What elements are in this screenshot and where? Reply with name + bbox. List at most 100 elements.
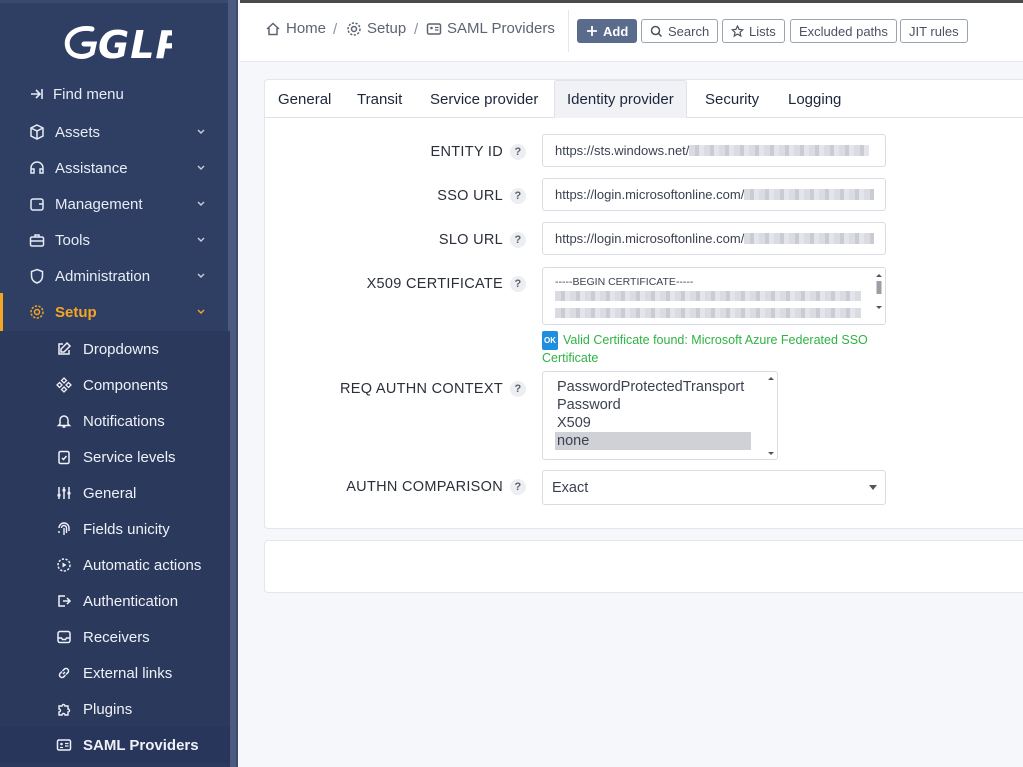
- chevron-down-icon: [196, 163, 206, 173]
- excluded-paths-button[interactable]: Excluded paths: [790, 19, 897, 43]
- sidebar-item-components[interactable]: Components: [0, 367, 230, 403]
- sidebar-item-tools[interactable]: Tools: [0, 222, 230, 258]
- link-icon: [55, 664, 73, 682]
- help-icon[interactable]: ?: [510, 479, 526, 495]
- certificate-status-text: Valid Certificate found: Microsoft Azure…: [542, 333, 868, 365]
- sidebar-top-line: [0, 0, 238, 3]
- glpi-logo[interactable]: GLPI: [62, 18, 172, 66]
- id-card-icon: [55, 736, 73, 754]
- req-authn-context-label-text: REQ AUTHN CONTEXT: [340, 381, 503, 397]
- sidebar-item-assistance[interactable]: Assistance: [0, 150, 230, 186]
- sidebar-item-label: Authentication: [83, 592, 179, 610]
- sidebar-item-fields-unicity[interactable]: Fields unicity: [0, 511, 230, 547]
- x509-certificate-textarea[interactable]: -----BEGIN CERTIFICATE-----: [542, 267, 886, 325]
- tab-transit[interactable]: Transit: [357, 80, 402, 118]
- sidebar-item-label: Fields unicity: [83, 520, 170, 538]
- listbox-option-selected[interactable]: none: [555, 432, 751, 450]
- star-icon: [731, 24, 744, 38]
- sidebar-item-authentication[interactable]: Authentication: [0, 583, 230, 619]
- req-authn-context-listbox[interactable]: PasswordProtectedTransport Password X509…: [542, 371, 778, 460]
- authn-comparison-value: Exact: [552, 479, 589, 496]
- sidebar-item-receivers[interactable]: Receivers: [0, 619, 230, 655]
- sidebar: GLPI Find menu Assets Assistance Managem…: [0, 0, 238, 767]
- help-icon[interactable]: ?: [510, 188, 526, 204]
- sidebar-item-label: Dropdowns: [83, 340, 159, 358]
- help-icon[interactable]: ?: [510, 232, 526, 248]
- sidebar-item-label: Assistance: [55, 159, 128, 177]
- sidebar-item-saml-providers[interactable]: SAML Providers: [0, 727, 230, 763]
- sidebar-item-administration[interactable]: Administration: [0, 258, 230, 294]
- tab-security[interactable]: Security: [705, 80, 759, 118]
- help-icon[interactable]: ?: [510, 144, 526, 160]
- redacted-text: [555, 291, 861, 301]
- shield-icon: [28, 267, 46, 285]
- gear-icon: [28, 303, 46, 321]
- help-icon[interactable]: ?: [510, 381, 526, 397]
- entity-id-field[interactable]: https://sts.windows.net/: [542, 134, 886, 167]
- authn-comparison-select[interactable]: Exact: [542, 470, 886, 505]
- x509-value: -----BEGIN CERTIFICATE-----: [555, 276, 694, 288]
- slo-url-label: SLO URL ?: [439, 232, 526, 248]
- sidebar-item-general[interactable]: General: [0, 475, 230, 511]
- arrow-right-icon: [28, 85, 46, 103]
- x509-certificate-label: X509 CERTIFICATE ?: [367, 276, 526, 292]
- listbox-scrollbar[interactable]: [768, 376, 774, 456]
- tab-identity-provider[interactable]: Identity provider: [554, 80, 687, 118]
- lists-button[interactable]: Lists: [722, 19, 785, 43]
- help-icon[interactable]: ?: [510, 276, 526, 292]
- header-top-line: [240, 0, 1023, 3]
- sidebar-item-notifications[interactable]: Notifications: [0, 403, 230, 439]
- setup-submenu: Dropdowns Components Notifications Servi…: [0, 331, 230, 767]
- add-button-label: Add: [603, 23, 629, 39]
- chevron-down-icon: [196, 127, 206, 137]
- find-menu-label: Find menu: [53, 85, 124, 103]
- sidebar-item-management[interactable]: Management: [0, 186, 230, 222]
- clipboard-check-icon: [55, 448, 73, 466]
- slo-url-field[interactable]: https://login.microsoftonline.com/: [542, 222, 886, 255]
- sidebar-item-label: Assets: [55, 123, 101, 141]
- sidebar-item-setup[interactable]: Setup: [0, 293, 230, 331]
- req-authn-context-label: REQ AUTHN CONTEXT ?: [340, 381, 526, 397]
- listbox-option[interactable]: X509: [557, 414, 753, 432]
- breadcrumb-setup[interactable]: Setup: [346, 20, 406, 37]
- sidebar-item-plugins[interactable]: Plugins: [0, 691, 230, 727]
- search-button[interactable]: Search: [641, 19, 719, 43]
- sidebar-item-automatic-actions[interactable]: Automatic actions: [0, 547, 230, 583]
- chevron-down-icon: [196, 235, 206, 245]
- edit-icon: [55, 340, 73, 358]
- add-button[interactable]: Add: [577, 19, 638, 43]
- listbox-option[interactable]: Password: [557, 396, 753, 414]
- sidebar-item-service-levels[interactable]: Service levels: [0, 439, 230, 475]
- chevron-down-icon: [196, 271, 206, 281]
- breadcrumb-saml-providers[interactable]: SAML Providers: [426, 20, 555, 37]
- sidebar-item-assets[interactable]: Assets: [0, 114, 230, 150]
- sidebar-item-label: Management: [55, 195, 143, 213]
- breadcrumb-home[interactable]: Home: [265, 20, 326, 37]
- sidebar-item-label: Notifications: [83, 412, 165, 430]
- puzzle-icon: [55, 700, 73, 718]
- tab-general[interactable]: General: [278, 80, 331, 118]
- sidebar-item-label: External links: [83, 664, 173, 682]
- sidebar-item-label: SAML Providers: [83, 736, 199, 754]
- textarea-scrollbar[interactable]: [875, 272, 883, 322]
- search-icon: [650, 25, 663, 38]
- slo-url-value: https://login.microsoftonline.com/: [555, 231, 745, 246]
- bell-icon: [55, 412, 73, 430]
- sidebar-item-label: Receivers: [83, 628, 150, 646]
- sidebar-item-dropdowns[interactable]: Dropdowns: [0, 331, 230, 367]
- sidebar-item-external-links[interactable]: External links: [0, 655, 230, 691]
- inbox-icon: [55, 628, 73, 646]
- breadcrumb-setup-label: Setup: [367, 20, 407, 37]
- find-menu-button[interactable]: Find menu: [0, 76, 230, 112]
- sso-url-field[interactable]: https://login.microsoftonline.com/: [542, 178, 886, 211]
- jit-rules-button[interactable]: JIT rules: [900, 19, 968, 43]
- authn-comparison-label-text: AUTHN COMPARISON: [346, 479, 503, 495]
- sidebar-item-label: Components: [83, 376, 169, 394]
- ok-badge-icon: OK: [542, 331, 558, 350]
- headset-icon: [28, 159, 46, 177]
- tab-service-provider[interactable]: Service provider: [430, 80, 538, 118]
- listbox-option[interactable]: PasswordProtectedTransport: [557, 378, 753, 396]
- entity-id-label-text: ENTITY ID: [430, 144, 503, 160]
- wallet-icon: [28, 195, 46, 213]
- tab-logging[interactable]: Logging: [788, 80, 841, 118]
